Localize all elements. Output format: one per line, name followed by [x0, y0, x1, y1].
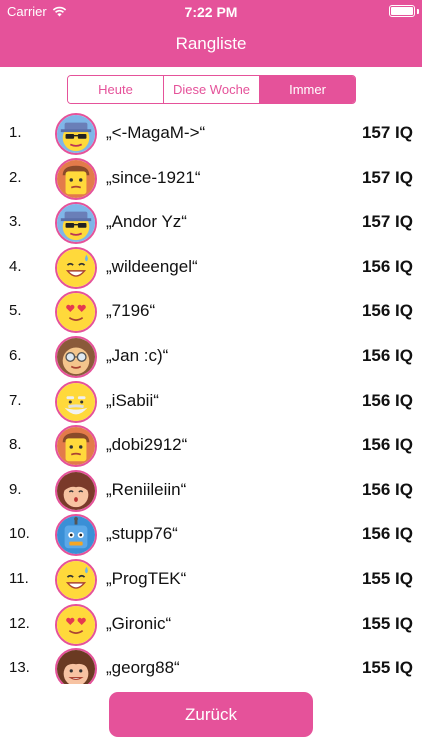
iq-score: 156 IQ	[361, 435, 413, 455]
iq-score: 157 IQ	[361, 167, 413, 187]
leaderboard-row[interactable]: 1. „<-MagaM->“ 157 IQ	[0, 112, 422, 156]
square-face-avatar	[55, 157, 97, 200]
iq-score: 157 IQ	[361, 123, 413, 142]
leaderboard-row[interactable]: 5. „7196“ 156 IQ	[0, 290, 422, 334]
leaderboard-row[interactable]: 3. „Andor Yz“ 157 IQ	[0, 201, 422, 245]
nav-header: Carrier 7:22 PM Rangliste	[0, 0, 422, 67]
rank-number: 9.	[9, 480, 22, 498]
rank-number: 2.	[9, 168, 22, 186]
girl-avatar	[55, 469, 97, 512]
player-name: „since-1921“	[106, 167, 201, 187]
rank-number: 5.	[9, 302, 22, 320]
cool-hat-avatar	[55, 113, 97, 155]
segment-this-week[interactable]: Diese Woche	[164, 76, 260, 103]
time-range-segmented-control: Heute Diese Woche Immer	[67, 75, 356, 104]
rank-number: 13.	[9, 659, 30, 677]
iq-score: 155 IQ	[361, 613, 413, 633]
heart-eyes-avatar	[55, 603, 97, 646]
leaderboard-row[interactable]: 8. „dobi2912“ 156 IQ	[0, 424, 422, 468]
iq-score: 156 IQ	[361, 479, 413, 499]
iq-score: 156 IQ	[361, 346, 413, 365]
rank-number: 12.	[9, 614, 30, 632]
rank-number: 4.	[9, 257, 22, 275]
iq-score: 156 IQ	[361, 524, 413, 544]
player-name: „Jan :c)“	[106, 346, 169, 365]
segment-today[interactable]: Heute	[68, 76, 164, 103]
leaderboard-row[interactable]: 7. „iSabii“ 156 IQ	[0, 380, 422, 424]
cool-hat-avatar	[55, 202, 97, 245]
iq-score: 155 IQ	[361, 569, 413, 588]
iq-score: 156 IQ	[361, 390, 413, 410]
player-name: „ProgTEK“	[106, 569, 187, 588]
square-face-avatar	[55, 425, 97, 468]
page-title: Rangliste	[175, 34, 247, 53]
leaderboard-row[interactable]: 11. „ProgTEK“ 155 IQ	[0, 558, 422, 602]
sweat-smile-avatar	[55, 559, 97, 601]
battery-icon	[389, 5, 415, 17]
player-name: „stupp76“	[106, 524, 178, 544]
player-name: „iSabii“	[106, 390, 159, 410]
back-button[interactable]: Zurück	[109, 692, 313, 737]
sweat-smile-avatar	[55, 246, 97, 289]
boy-avatar	[55, 648, 97, 684]
player-name: „Reniileiin“	[106, 479, 187, 499]
leaderboard-list[interactable]: 1. „<-MagaM->“ 157 IQ 2. „since-1921“ 157 IQ 3…	[0, 112, 422, 684]
leaderboard-row[interactable]: 10. „stupp76“ 156 IQ	[0, 513, 422, 557]
iq-score: 156 IQ	[361, 301, 413, 321]
player-name: „Gironic“	[106, 613, 172, 633]
iq-score: 157 IQ	[361, 212, 413, 232]
player-name: „Andor Yz“	[106, 212, 187, 232]
segment-all-time[interactable]: Immer	[260, 76, 355, 103]
player-name: „dobi2912“	[106, 435, 188, 455]
robot-avatar	[55, 514, 97, 557]
rank-number: 1.	[9, 124, 22, 141]
leaderboard-row[interactable]: 2. „since-1921“ 157 IQ	[0, 157, 422, 201]
leaderboard-row[interactable]: 13. „georg88“ 155 IQ	[0, 647, 422, 684]
status-bar: Carrier 7:22 PM	[0, 0, 422, 22]
battery-tip	[417, 9, 419, 14]
glasses-avatar	[55, 336, 97, 378]
old-man-avatar	[55, 380, 97, 423]
rank-number: 10.	[9, 525, 30, 543]
leaderboard-row[interactable]: 12. „Gironic“ 155 IQ	[0, 603, 422, 647]
leaderboard-row[interactable]: 6. „Jan :c)“ 156 IQ	[0, 335, 422, 379]
leaderboard-row[interactable]: 4. „wildeengel“ 156 IQ	[0, 246, 422, 290]
player-name: „georg88“	[106, 658, 180, 678]
status-time: 7:22 PM	[184, 4, 238, 20]
leaderboard-row[interactable]: 9. „Reniileiin“ 156 IQ	[0, 469, 422, 513]
player-name: „<-MagaM->“	[106, 123, 206, 142]
player-name: „7196“	[106, 301, 156, 321]
player-name: „wildeengel“	[106, 256, 198, 276]
rank-number: 3.	[9, 213, 22, 231]
rank-number: 11.	[9, 570, 29, 587]
iq-score: 155 IQ	[361, 658, 413, 678]
rank-number: 7.	[9, 391, 22, 409]
iq-score: 156 IQ	[361, 256, 413, 276]
heart-eyes-avatar	[55, 291, 97, 334]
rank-number: 8.	[9, 436, 22, 454]
rank-number: 6.	[9, 347, 22, 364]
